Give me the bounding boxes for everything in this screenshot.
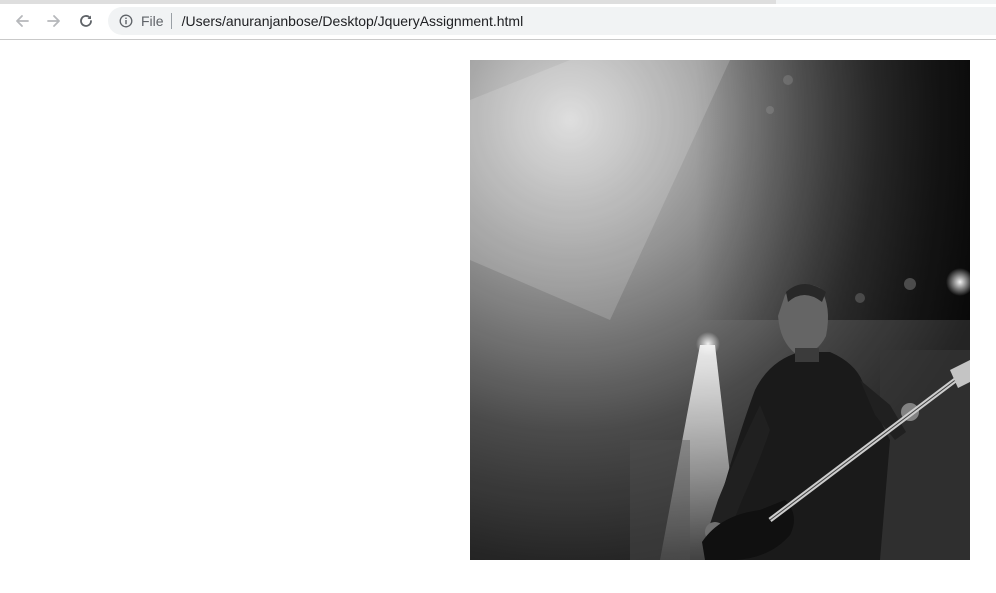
- back-button[interactable]: [9, 8, 35, 34]
- url-text[interactable]: /Users/anuranjanbose/Desktop/JqueryAssig…: [182, 13, 524, 29]
- active-tab[interactable]: [776, 0, 996, 4]
- tab-strip: [0, 0, 996, 4]
- browser-toolbar: File /Users/anuranjanbose/Desktop/Jquery…: [0, 0, 996, 40]
- forward-button[interactable]: [41, 8, 67, 34]
- concert-photo: [470, 60, 970, 560]
- info-icon[interactable]: [118, 13, 134, 29]
- scheme-label[interactable]: File: [141, 13, 172, 29]
- arrow-right-icon: [45, 12, 63, 30]
- reload-button[interactable]: [73, 8, 99, 34]
- page-content: [0, 40, 996, 593]
- address-bar[interactable]: File /Users/anuranjanbose/Desktop/Jquery…: [108, 7, 996, 35]
- arrow-left-icon: [13, 12, 31, 30]
- reload-icon: [77, 12, 95, 30]
